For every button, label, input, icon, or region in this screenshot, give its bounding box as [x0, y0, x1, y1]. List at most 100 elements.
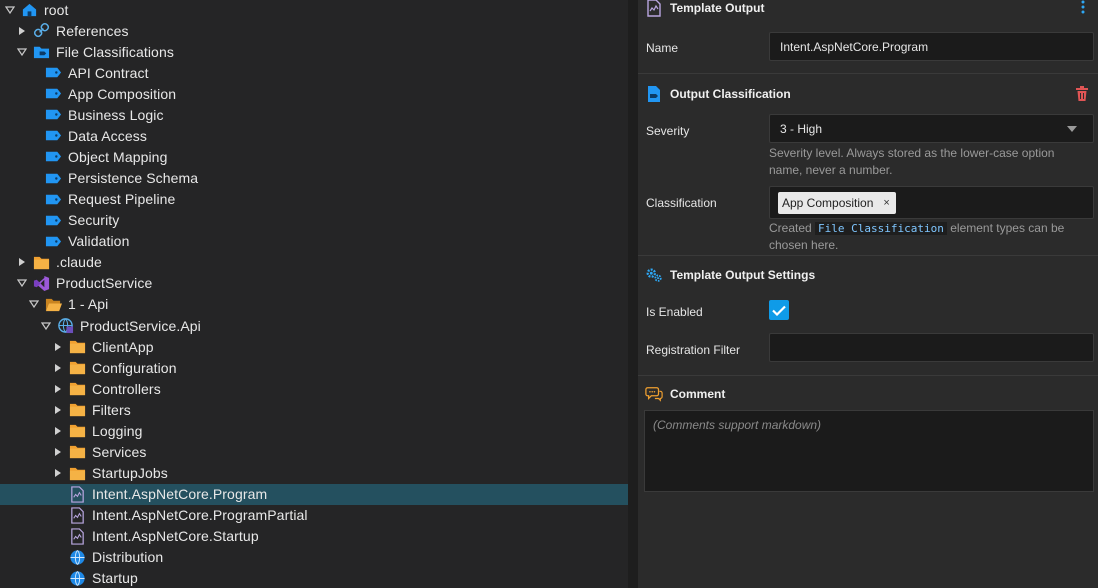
folder-icon — [68, 422, 86, 440]
hint-text: Created — [769, 221, 812, 235]
collapse-arrow-icon[interactable] — [4, 4, 16, 16]
globe-icon — [68, 569, 86, 587]
tree-item[interactable]: StartupJobs — [0, 463, 628, 484]
section-title: Template Output — [670, 1, 765, 15]
tree-item[interactable]: Services — [0, 441, 628, 462]
tree-item[interactable]: Controllers — [0, 378, 628, 399]
folder-icon — [68, 443, 86, 461]
tree-item[interactable]: File Classifications — [0, 41, 628, 62]
is-enabled-checkbox[interactable] — [769, 300, 789, 320]
severity-hint: Severity level. Always stored as the low… — [769, 146, 1055, 177]
tree-item-label: .claude — [56, 254, 102, 271]
tree-item[interactable]: Startup — [0, 568, 628, 588]
tree-item[interactable]: ProductService.Api — [0, 315, 628, 336]
gears-icon — [645, 266, 663, 284]
expand-arrow-icon[interactable] — [52, 404, 64, 416]
panel-splitter[interactable] — [628, 0, 638, 588]
registration-filter-input[interactable] — [769, 333, 1094, 362]
tree-item[interactable]: Intent.AspNetCore.Program — [0, 483, 628, 505]
tree-item-label: Intent.AspNetCore.Startup — [92, 528, 259, 545]
tree-item-label: Persistence Schema — [68, 170, 199, 187]
name-field[interactable]: Intent.AspNetCore.Program — [769, 32, 1094, 61]
output-classification-header: Output Classification — [638, 82, 1098, 106]
tree-item[interactable]: Intent.AspNetCore.Startup — [0, 526, 628, 547]
collapse-arrow-icon[interactable] — [16, 46, 28, 58]
tree-item-label: Filters — [92, 401, 131, 418]
severity-select[interactable]: 3 - High — [769, 114, 1094, 143]
tag-icon — [44, 190, 62, 208]
tree-item[interactable]: Intent.AspNetCore.ProgramPartial — [0, 505, 628, 526]
tree-item[interactable]: 1 - Api — [0, 294, 628, 315]
tree-item[interactable]: Validation — [0, 231, 628, 252]
folder-icon — [68, 464, 86, 482]
tree-item-label: root — [44, 1, 69, 18]
expand-arrow-icon[interactable] — [52, 425, 64, 437]
tree-item-label: API Contract — [68, 64, 149, 81]
tree-item[interactable]: Filters — [0, 399, 628, 420]
expand-arrow-icon[interactable] — [52, 446, 64, 458]
tag-icon — [44, 127, 62, 145]
folder-icon — [68, 359, 86, 377]
tree-item[interactable]: Security — [0, 210, 628, 231]
tree-item-label: Configuration — [92, 359, 177, 376]
classification-field[interactable]: App Composition × — [769, 186, 1094, 219]
tree-item[interactable]: App Composition — [0, 83, 628, 104]
folder-icon — [68, 380, 86, 398]
tree-item-label: ClientApp — [92, 338, 154, 355]
tag-icon — [44, 85, 62, 103]
collapse-arrow-icon[interactable] — [16, 277, 28, 289]
tree-item-label: Object Mapping — [68, 148, 168, 165]
tree-item[interactable]: Persistence Schema — [0, 168, 628, 189]
is-enabled-label: Is Enabled — [646, 305, 703, 319]
hint-code: File Classification — [815, 222, 947, 235]
expand-arrow-icon[interactable] — [52, 341, 64, 353]
tree-item[interactable]: API Contract — [0, 62, 628, 83]
template-file-icon — [68, 485, 86, 503]
tree-item[interactable]: Object Mapping — [0, 146, 628, 167]
tree-item-label: Data Access — [68, 127, 147, 144]
expand-arrow-icon[interactable] — [52, 467, 64, 479]
tag-remove-icon[interactable]: × — [883, 197, 889, 209]
tree-item[interactable]: References — [0, 20, 628, 41]
template-output-header: Template Output — [638, 0, 1098, 20]
expand-arrow-icon[interactable] — [16, 25, 28, 37]
tag-icon — [44, 148, 62, 166]
tree-item[interactable]: Distribution — [0, 547, 628, 568]
tree-item[interactable]: ClientApp — [0, 336, 628, 357]
tree-item-label: Distribution — [92, 549, 164, 566]
tag-icon — [44, 106, 62, 124]
severity-value: 3 - High — [780, 121, 823, 136]
expand-arrow-icon[interactable] — [16, 256, 28, 268]
template-output-settings-header: Template Output Settings — [638, 263, 1098, 287]
folder-icon — [68, 401, 86, 419]
tree-item-label: Logging — [92, 422, 143, 439]
tree-item-label: StartupJobs — [92, 465, 168, 482]
delete-icon[interactable] — [1076, 86, 1088, 101]
collapse-arrow-icon[interactable] — [28, 298, 40, 310]
expand-arrow-icon[interactable] — [52, 383, 64, 395]
tree-item[interactable]: Logging — [0, 420, 628, 441]
comment-textarea[interactable]: (Comments support markdown) — [644, 410, 1094, 492]
tree-item[interactable]: ProductService — [0, 273, 628, 294]
tree-item[interactable]: Configuration — [0, 357, 628, 378]
severity-label: Severity — [646, 124, 690, 138]
properties-panel: Template Output Name Intent.AspNetCore.P… — [638, 0, 1098, 588]
tree-item[interactable]: .claude — [0, 252, 628, 273]
tree-item[interactable]: Business Logic — [0, 104, 628, 125]
tree-item-label: File Classifications — [56, 43, 174, 60]
tree-item[interactable]: Data Access — [0, 125, 628, 146]
tree-item-label: Validation — [68, 233, 130, 250]
expand-arrow-icon[interactable] — [52, 362, 64, 374]
template-file-icon — [68, 527, 86, 545]
tree-item-label: Services — [92, 443, 147, 460]
more-options-icon[interactable] — [1080, 0, 1086, 14]
classification-label: Classification — [646, 196, 717, 210]
classification-file-icon — [645, 85, 663, 103]
tree-item[interactable]: root — [0, 0, 628, 20]
tag-icon — [44, 64, 62, 82]
collapse-arrow-icon[interactable] — [40, 320, 52, 332]
tree-item-label: Request Pipeline — [68, 191, 176, 208]
tag-icon — [44, 211, 62, 229]
tree-item[interactable]: Request Pipeline — [0, 189, 628, 210]
section-title: Output Classification — [670, 87, 791, 101]
